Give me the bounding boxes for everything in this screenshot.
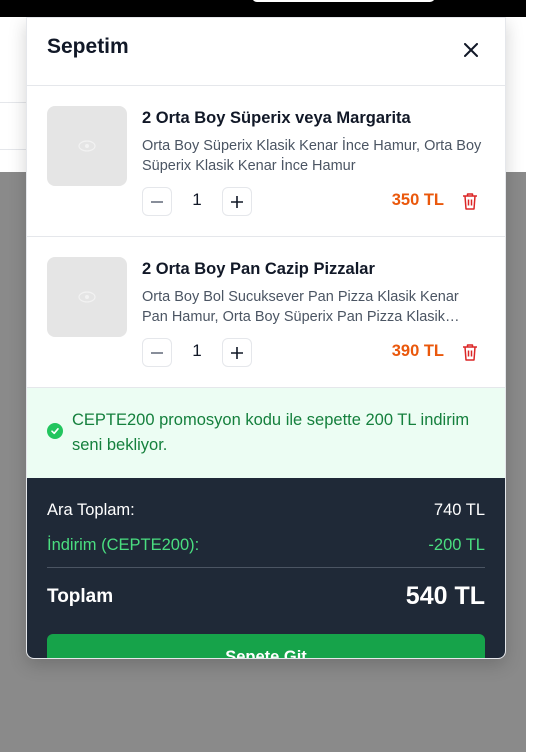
increase-quantity-button[interactable] xyxy=(222,338,252,367)
promo-text: CEPTE200 promosyon kodu ile sepette 200 … xyxy=(72,411,470,454)
background-scroll-strip xyxy=(526,0,534,756)
plus-icon xyxy=(231,346,243,359)
minus-icon xyxy=(151,200,163,203)
item-price: 390 TL xyxy=(391,342,444,360)
background-input-field xyxy=(0,102,28,150)
discount-row: İndirim (CEPTE200): -200 TL xyxy=(47,536,485,555)
item-image xyxy=(47,106,127,186)
total-label: Toplam xyxy=(47,585,114,607)
plus-icon xyxy=(231,195,243,208)
remove-item-button[interactable] xyxy=(459,190,481,212)
order-summary: Ara Toplam: 740 TL İndirim (CEPTE200): -… xyxy=(27,478,505,658)
image-placeholder-icon xyxy=(78,291,96,303)
item-quantity: 1 xyxy=(192,341,202,360)
promo-banner: CEPTE200 promosyon kodu ile sepette 200 … xyxy=(27,388,505,478)
checkout-button[interactable]: Sepete Git xyxy=(47,634,485,658)
increase-quantity-button[interactable] xyxy=(222,187,252,216)
item-description: Orta Boy Süperix Klasik Kenar İnce Hamur… xyxy=(142,138,482,174)
image-placeholder-icon xyxy=(78,140,96,152)
cart-title: Sepetim xyxy=(47,35,129,58)
summary-divider xyxy=(47,567,485,568)
item-image xyxy=(47,257,127,337)
check-circle-icon xyxy=(47,423,63,439)
close-button[interactable] xyxy=(457,36,485,64)
item-description: Orta Boy Bol Sucuksever Pan Pizza Klasik… xyxy=(142,289,459,325)
top-bar-pill xyxy=(252,0,435,2)
background-bottom xyxy=(0,752,534,756)
discount-label: İndirim (CEPTE200): xyxy=(47,536,200,554)
subtotal-value: 740 TL xyxy=(433,501,485,519)
trash-icon xyxy=(463,193,477,210)
subtotal-label: Ara Toplam: xyxy=(47,501,135,519)
top-bar xyxy=(0,0,526,17)
close-icon xyxy=(464,43,478,57)
subtotal-row: Ara Toplam: 740 TL xyxy=(47,501,485,520)
cart-item: 2 Orta Boy Pan Cazip Pizzalar Orta Boy B… xyxy=(27,237,505,388)
total-row: Toplam 540 TL xyxy=(47,582,485,611)
trash-icon xyxy=(463,344,477,361)
discount-value: -200 TL xyxy=(428,536,485,554)
remove-item-button[interactable] xyxy=(459,341,481,363)
cart-item: 2 Orta Boy Süperix veya Margarita Orta B… xyxy=(27,86,505,237)
item-quantity: 1 xyxy=(192,190,202,209)
cart-header: Sepetim xyxy=(27,18,505,86)
item-price: 350 TL xyxy=(391,191,444,209)
cart-panel: Sepetim 2 Orta Boy Süperix veya Margarit… xyxy=(26,17,506,659)
minus-icon xyxy=(151,351,163,354)
total-value: 540 TL xyxy=(405,582,485,610)
item-name: 2 Orta Boy Pan Cazip Pizzalar xyxy=(142,260,375,278)
decrease-quantity-button[interactable] xyxy=(142,338,172,367)
item-name: 2 Orta Boy Süperix veya Margarita xyxy=(142,109,411,127)
decrease-quantity-button[interactable] xyxy=(142,187,172,216)
